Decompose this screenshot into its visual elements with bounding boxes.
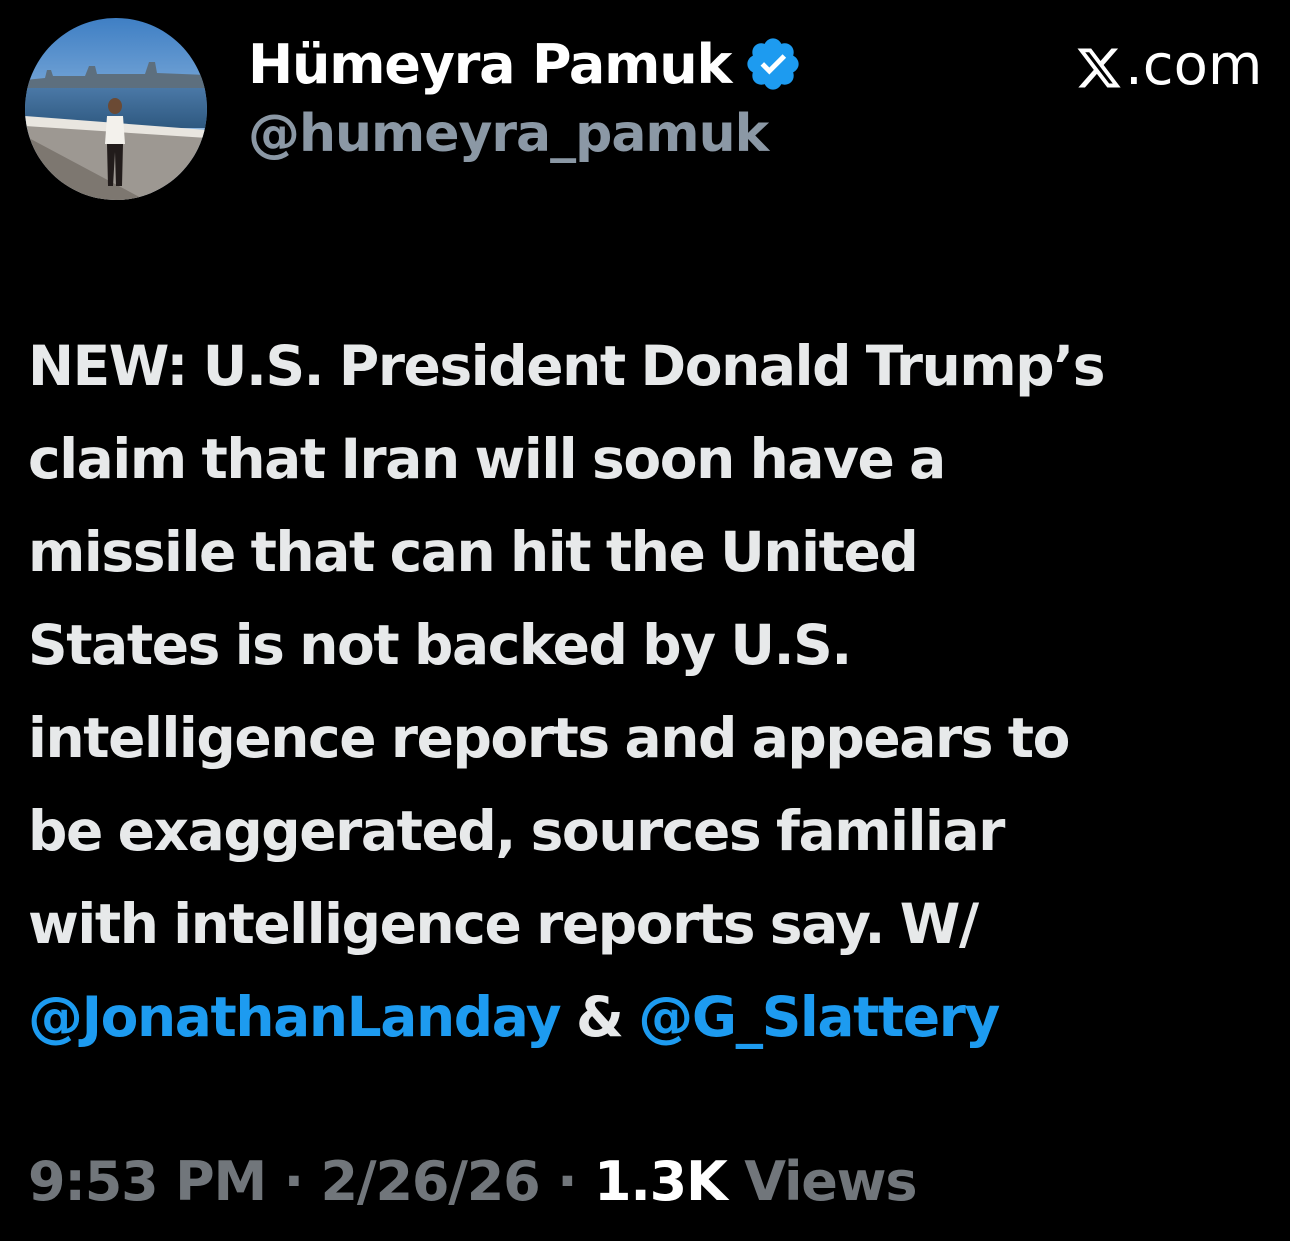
x-logo-icon [1075,41,1123,89]
source-label: .com [1125,32,1263,98]
verified-badge-icon[interactable] [743,34,803,94]
author-handle[interactable]: @humeyra_pamuk [248,104,803,164]
tweet-line: with intelligence reports say. W/ [28,892,979,956]
views-count[interactable]: 1.3K [594,1150,728,1213]
tweet-meta: 9:53 PM · 2/26/26 · 1.3K Views [28,1150,918,1213]
tweet-line: intelligence reports and appears to [28,706,1070,770]
avatar[interactable] [25,18,207,200]
meta-separator: · [539,1150,594,1213]
tweet-line-mentions: @JonathanLanday & @G_Slattery [28,971,1278,1064]
tweet-line: claim that Iran will soon have a [28,427,946,491]
mention-link-jonathanlanday[interactable]: @JonathanLanday [28,985,562,1049]
tweet-date[interactable]: 2/26/26 [321,1150,541,1213]
views-label: Views [726,1150,917,1213]
tweet-time[interactable]: 9:53 PM [28,1150,267,1213]
source-link[interactable]: .com [1075,30,1262,100]
author-display-name[interactable]: Hümeyra Pamuk [248,33,732,96]
name-row: Hümeyra Pamuk [248,26,803,102]
avatar-photo [25,18,207,200]
mention-connector: & [560,985,639,1049]
tweet-line: be exaggerated, sources familiar [28,799,1005,863]
tweet-line: States is not backed by U.S. [28,613,852,677]
tweet-line: missile that can hit the United [28,520,919,584]
tweet-line: NEW: U.S. President Donald Trump’s [28,334,1105,398]
mention-link-g-slattery[interactable]: @G_Slattery [638,985,1000,1049]
author-block: Hümeyra Pamuk @humeyra_pamuk [248,26,803,164]
tweet-text: NEW: U.S. President Donald Trump’s claim… [28,320,1278,1064]
meta-separator: · [266,1150,321,1213]
